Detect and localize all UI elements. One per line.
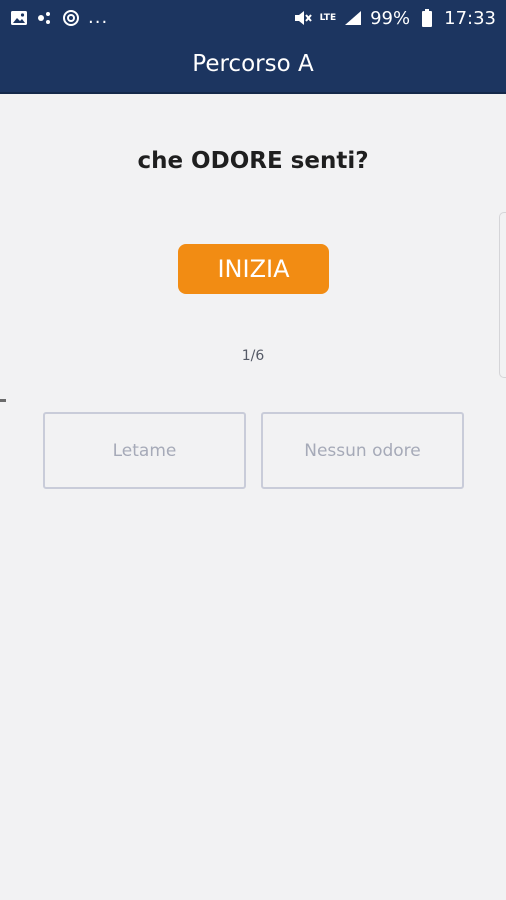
page-title: Percorso A — [192, 51, 314, 77]
sync-icon — [62, 9, 80, 27]
status-bar: ... LTE 99% 17:33 — [0, 0, 506, 36]
answer-option-nessun-odore[interactable]: Nessun odore — [261, 412, 464, 489]
left-edge-indicator — [0, 399, 6, 402]
answer-option-letame[interactable]: Letame — [43, 412, 246, 489]
signal-icon — [344, 9, 362, 27]
image-icon — [10, 9, 28, 27]
battery-icon — [418, 9, 436, 27]
status-bar-left: ... — [10, 9, 108, 27]
question-text: che ODORE senti? — [137, 148, 369, 174]
mute-icon — [294, 9, 312, 27]
clock: 17:33 — [444, 7, 496, 29]
right-edge-handle[interactable] — [499, 212, 506, 378]
start-button[interactable]: INIZIA — [178, 244, 329, 294]
battery-percent: 99% — [370, 7, 411, 29]
app-bar: Percorso A — [0, 36, 506, 94]
status-bar-right: LTE 99% 17:33 — [294, 8, 496, 29]
network-type: LTE — [319, 12, 337, 23]
notification-dots-icon — [36, 9, 54, 27]
progress-counter: 1/6 — [241, 348, 265, 364]
status-overflow: ... — [88, 7, 109, 28]
